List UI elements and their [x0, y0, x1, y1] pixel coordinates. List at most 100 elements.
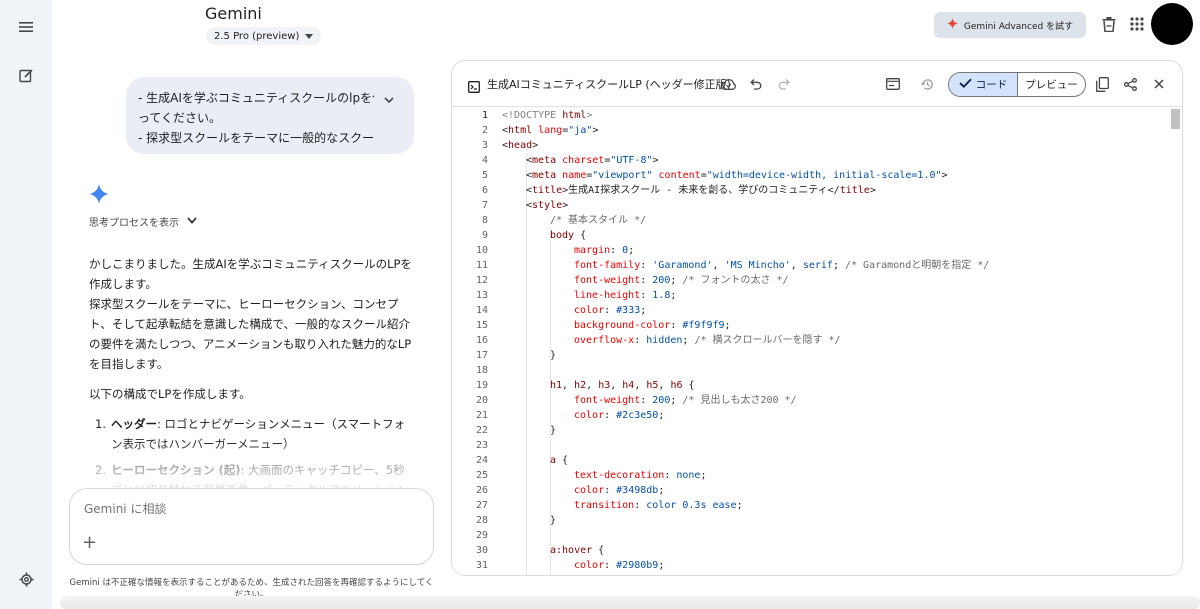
line-number: 12 [475, 275, 488, 286]
code-line: } [550, 425, 557, 436]
share-icon[interactable] [1122, 76, 1138, 92]
check-icon [959, 78, 972, 91]
apps-icon[interactable] [1127, 14, 1147, 34]
code-line: <meta charset="UTF-8"> [526, 155, 659, 166]
line-number: 25 [475, 470, 488, 481]
code-line: a:hover { [550, 545, 605, 556]
list-number: 2. [95, 463, 106, 477]
bottom-scrollbar[interactable] [60, 596, 1200, 609]
line-number: 14 [475, 305, 488, 316]
caret-down-icon [305, 31, 314, 42]
cloud-save-icon[interactable] [720, 76, 736, 92]
line-number: 22 [475, 425, 488, 436]
copy-icon[interactable] [1094, 76, 1110, 92]
line-number: 23 [475, 440, 488, 451]
line-number: 7 [481, 200, 488, 211]
code-line: background-color: #f9f9f9; [574, 320, 731, 331]
code-line: <head> [502, 140, 539, 151]
line-number: 3 [481, 140, 488, 151]
undo-icon[interactable] [748, 76, 764, 92]
line-number: 11 [475, 260, 488, 271]
tab-preview[interactable]: プレビュー [1018, 73, 1085, 96]
code-line: <title>生成AI探求スクール - 未来を創る、学びのコミュニティ</tit… [526, 185, 876, 196]
avatar[interactable] [1151, 3, 1193, 45]
settings-icon[interactable] [14, 567, 38, 591]
canvas-panel: 生成AIコミュニティスクールLP (ヘッダー修正版) コード プレビュー 1 2… [451, 60, 1183, 576]
line-number: 16 [475, 335, 488, 346]
user-message-bubble: - 生成AIを学ぶコミュニティスクールのlpを作 ってください。 - 探求型スク… [126, 77, 414, 154]
code-editor[interactable]: 1 2 3 4 5 6 7 8 9 10 11 12 13 14 15 16 1… [452, 108, 1182, 575]
code-lines: <!DOCTYPE html> <html lang="ja"> <head> <me… [502, 108, 1162, 573]
canvas-toolbar: 生成AIコミュニティスクールLP (ヘッダー修正版) コード プレビュー [452, 61, 1182, 107]
line-number: 17 [475, 350, 488, 361]
code-line: <style> [526, 200, 569, 211]
line-number: 8 [481, 215, 488, 226]
code-line: font-weight: 200; /* フォントの太さ */ [574, 275, 789, 286]
scrollbar-thumb[interactable] [1171, 109, 1180, 129]
new-chat-icon[interactable] [14, 63, 38, 87]
code-line: } [550, 515, 557, 526]
answer-paragraph: かしこまりました。生成AIを学ぶコミュニティスクールのLPを作成します。 探求型… [89, 254, 415, 374]
code-line: font-family: 'Garamond', 'MS Mincho', se… [574, 260, 990, 271]
model-answer: かしこまりました。生成AIを学ぶコミュニティスクールのLPを作成します。 探求型… [89, 254, 415, 506]
code-line: margin: 0; [574, 245, 635, 256]
code-line: color: #2980b9; [574, 560, 665, 571]
left-rail [0, 0, 52, 609]
canvas-title: 生成AIコミュニティスクールLP (ヘッダー修正版) [487, 78, 731, 91]
gemini-spark-icon [89, 184, 109, 204]
line-number: 24 [475, 455, 488, 466]
code-line: } [550, 350, 557, 361]
line-number: 4 [481, 155, 488, 166]
chevron-down-icon [187, 216, 197, 227]
close-icon[interactable] [1151, 76, 1167, 92]
line-number: 30 [475, 545, 488, 556]
line-number: 9 [481, 230, 488, 241]
redo-icon[interactable] [776, 76, 792, 92]
line-number: 1 [481, 110, 488, 121]
code-line: font-weight: 200; /* 見出しも太さ200 */ [574, 395, 797, 406]
prompt-input[interactable] [84, 502, 384, 516]
code-line: line-height: 1.8; [574, 290, 677, 301]
prompt-box: + [69, 488, 434, 565]
code-line: text-decoration: none; [574, 470, 707, 481]
add-icon[interactable]: + [82, 534, 98, 552]
line-number: 28 [475, 515, 488, 526]
line-number: 26 [475, 485, 488, 496]
code-line: /* 基本スタイル */ [550, 215, 647, 226]
line-number: 2 [481, 125, 488, 136]
expand-chevron-icon[interactable] [382, 93, 396, 107]
doc-icon [468, 78, 480, 93]
code-line: <html lang="ja"> [502, 125, 599, 136]
terminal-icon[interactable] [885, 76, 901, 92]
trash-icon[interactable] [1099, 14, 1119, 34]
tab-code[interactable]: コード [949, 73, 1018, 96]
line-number: 15 [475, 320, 488, 331]
view-toggle: コード プレビュー [948, 72, 1086, 97]
user-message-line: ってください。 [138, 111, 222, 125]
gemini-advanced-label: Gemini Advanced を試す [963, 21, 1074, 32]
list-number: 1. [95, 417, 106, 431]
show-thinking-toggle[interactable]: 思考プロセスを表示 [89, 214, 197, 229]
menu-icon[interactable] [14, 15, 38, 39]
line-number: 13 [475, 290, 488, 301]
line-number: 27 [475, 500, 488, 511]
line-number: 31 [475, 560, 488, 571]
list-intro: 以下の構成でLPを作成します。 [89, 387, 251, 401]
line-number-gutter: 1 2 3 4 5 6 7 8 9 10 11 12 13 14 15 16 1… [452, 108, 488, 573]
code-line: body { [550, 230, 587, 241]
line-number: 10 [475, 245, 488, 256]
user-message-line: - 生成AIを学ぶコミュニティスクールのlpを作 [138, 91, 374, 105]
answer-text: 探求型スクールをテーマに、ヒーローセクション、コンセプト、そして起承転結を意識し… [89, 297, 412, 371]
code-line: color: #333; [574, 305, 647, 316]
app-title: Gemini [205, 4, 262, 23]
line-number: 20 [475, 395, 488, 406]
gemini-advanced-button[interactable]: Gemini Advanced を試す [934, 12, 1086, 38]
tab-code-label: コード [975, 79, 1008, 91]
user-message-line: - 探求型スクールをテーマに一般的なスクー... [138, 131, 374, 145]
model-label: 2.5 Pro (preview) [214, 30, 300, 42]
history-icon[interactable] [919, 76, 935, 92]
line-number: 21 [475, 410, 488, 421]
line-number: 6 [481, 185, 488, 196]
model-selector[interactable]: 2.5 Pro (preview) [206, 27, 322, 45]
